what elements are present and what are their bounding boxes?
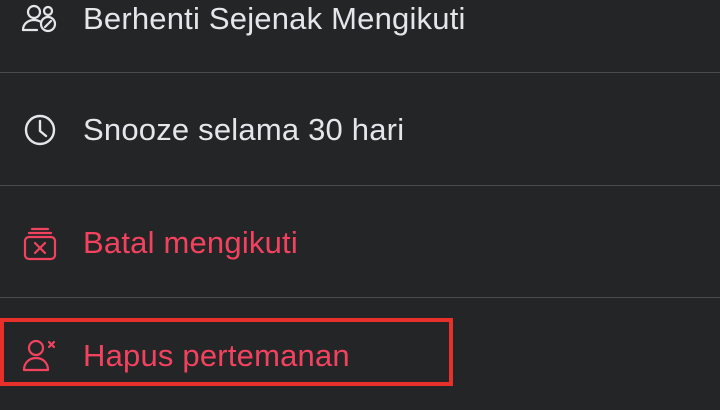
menu-item-unfollow[interactable]: Batal mengikuti (0, 186, 720, 298)
remove-friend-icon (20, 336, 60, 376)
clock-icon (20, 110, 60, 150)
menu-item-label: Hapus pertemanan (83, 338, 350, 373)
options-menu: Berhenti Sejenak Mengikuti Snooze selama… (0, 0, 720, 405)
pause-follow-people-icon (20, 0, 60, 39)
menu-item-label: Batal mengikuti (83, 225, 298, 260)
menu-item-label: Berhenti Sejenak Mengikuti (83, 1, 466, 36)
menu-item-label: Snooze selama 30 hari (83, 112, 405, 147)
menu-item-snooze[interactable]: Snooze selama 30 hari (0, 73, 720, 185)
menu-item-pause-following[interactable]: Berhenti Sejenak Mengikuti (0, 0, 720, 75)
menu-item-unfriend[interactable]: Hapus pertemanan (0, 298, 720, 410)
unfollow-box-x-icon (20, 224, 60, 264)
